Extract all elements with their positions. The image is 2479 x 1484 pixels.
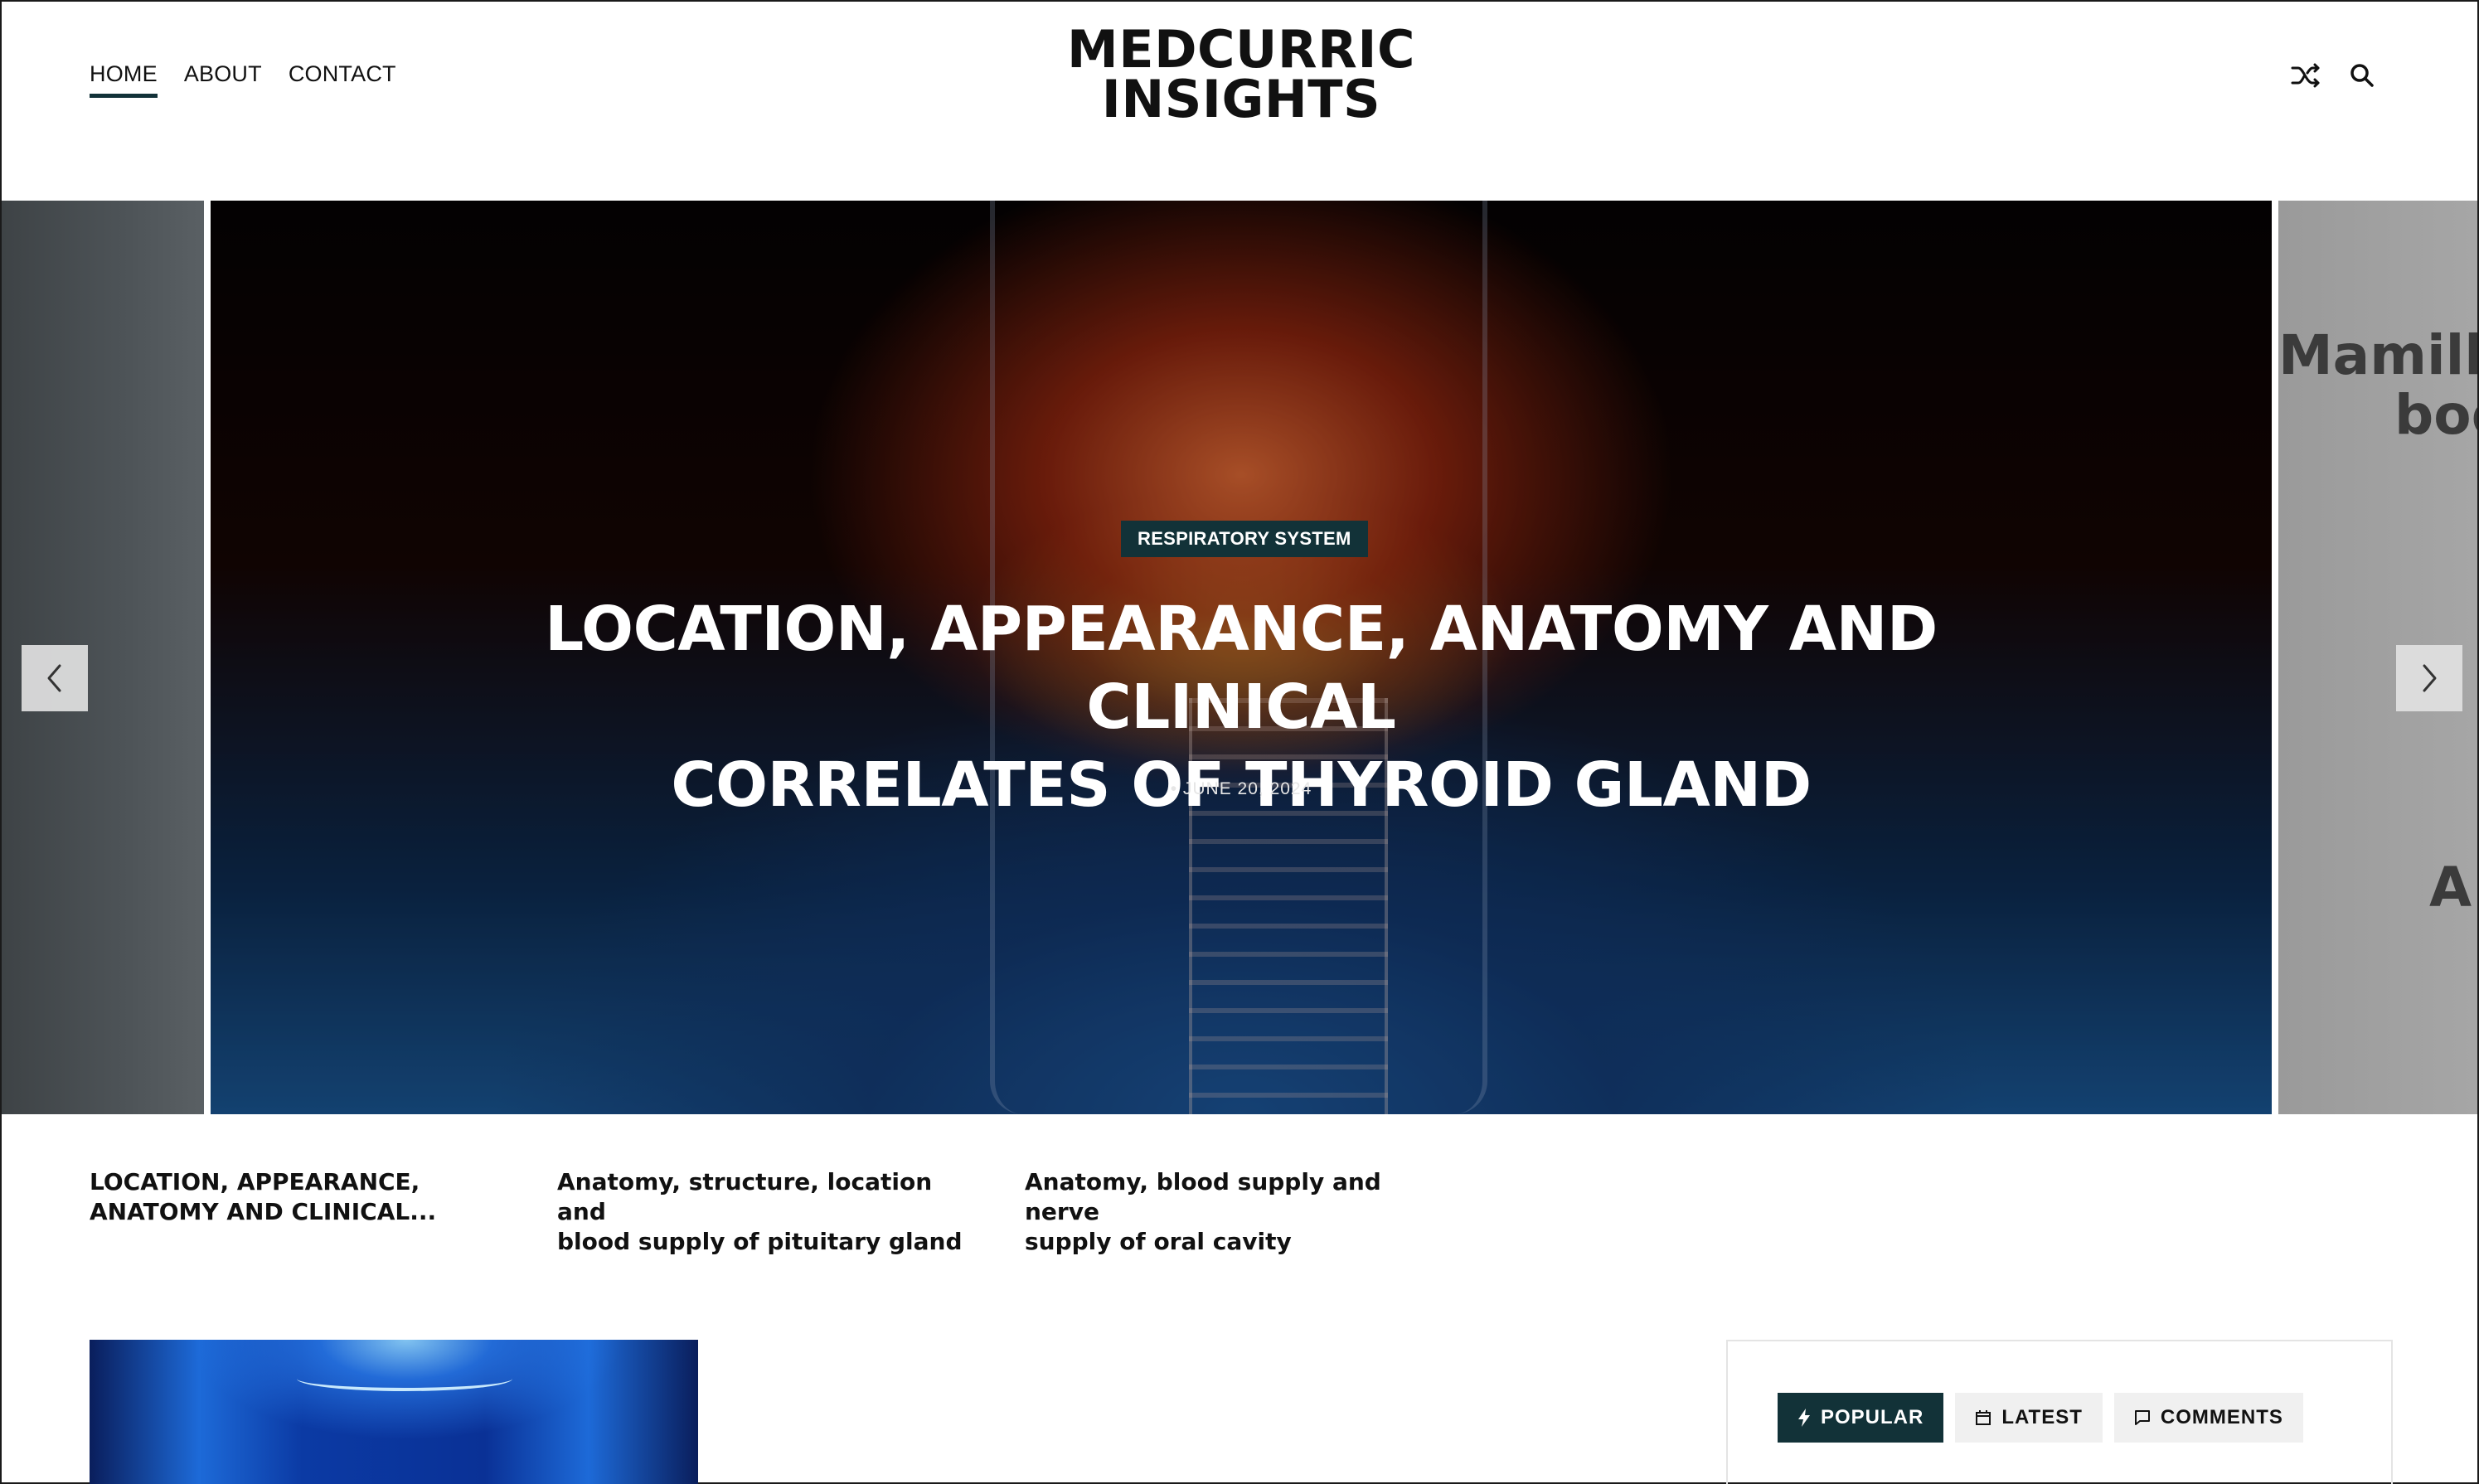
tab-popular[interactable]: POPULAR [1778,1393,1944,1443]
thumb-item[interactable]: Anatomy, structure, location and blood s… [557,1167,972,1257]
bolt-icon [1798,1409,1810,1427]
next-slide-label-2: bod [2394,383,2477,447]
header-actions [2290,60,2378,91]
comment-icon [2134,1410,2150,1425]
posts-tab-widget: POPULAR LATEST COMMENTS [1726,1340,2393,1484]
nav-about[interactable]: ABOUT [184,61,262,98]
slide-title-line-1: LOCATION, APPEARANCE, ANATOMY AND CLINIC… [545,594,1938,743]
main-nav: HOME ABOUT CONTACT [90,61,423,98]
slider-prev-button[interactable] [22,645,88,711]
tab-comments[interactable]: COMMENTS [2113,1393,2303,1443]
nav-contact[interactable]: CONTACT [289,61,396,98]
next-slide-label-3: A [2429,856,2472,919]
slide-date: • JUNE 20, 2024 [1170,779,1312,798]
tab-latest[interactable]: LATEST [1955,1393,2103,1443]
logo-line-2: INSIGHTS [1101,69,1381,129]
logo-line-1: MEDCURRIC [1067,19,1415,80]
slider-next-button[interactable] [2396,645,2462,711]
chevron-left-icon [47,664,61,692]
site-logo[interactable]: MEDCURRIC INSIGHTS [988,19,1494,129]
calendar-icon [1976,1410,1991,1425]
thumb-item[interactable]: LOCATION, APPEARANCE, ANATOMY AND CLINIC… [90,1167,504,1257]
shuffle-icon[interactable] [2290,60,2321,91]
article-thumbnail[interactable] [90,1340,698,1484]
next-slide-label-1: Mamillar [2278,323,2477,387]
slider-thumbnails: LOCATION, APPEARANCE, ANATOMY AND CLINIC… [90,1167,1492,1257]
slide-category-badge[interactable]: RESPIRATORY SYSTEM [1121,521,1368,557]
widget-tabs: POPULAR LATEST COMMENTS [1778,1393,2303,1443]
thumb-item[interactable]: Anatomy, blood supply and nerve supply o… [1025,1167,1439,1257]
search-icon[interactable] [2346,60,2378,91]
site-header: HOME ABOUT CONTACT MEDCURRIC INSIGHTS [2,2,2477,201]
nav-home[interactable]: HOME [90,61,158,98]
chevron-right-icon [2423,664,2437,692]
